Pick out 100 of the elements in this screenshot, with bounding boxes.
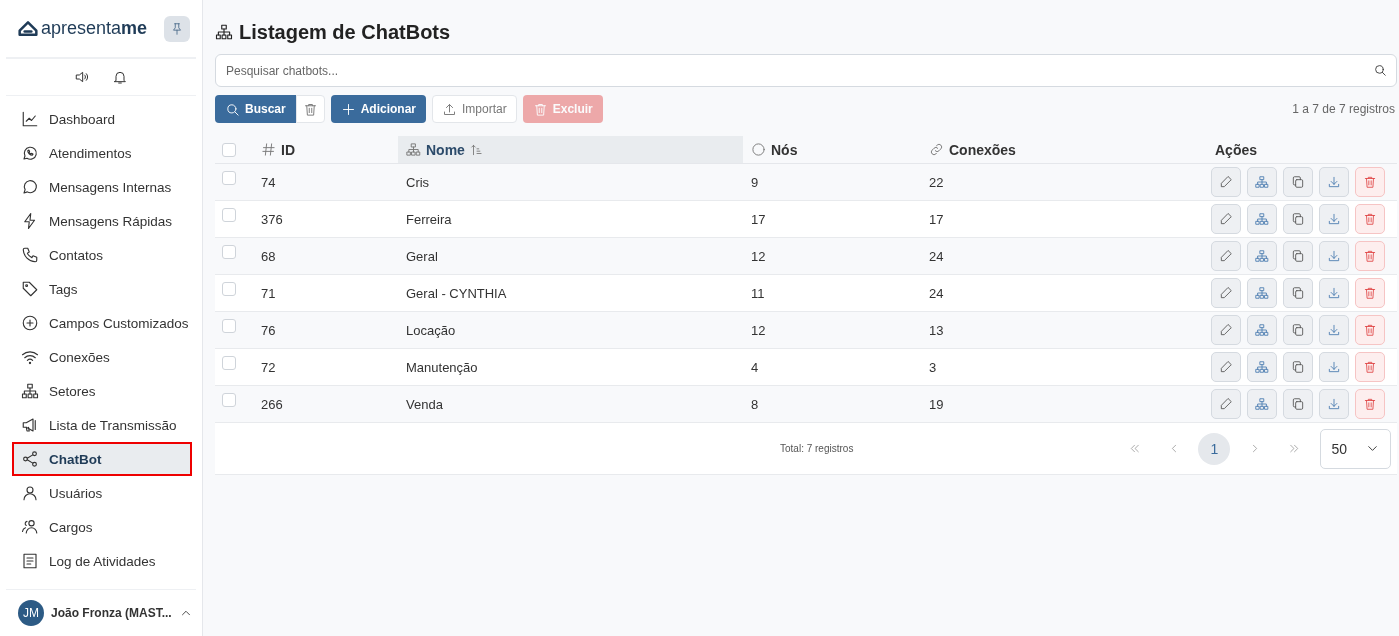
search-icon [225,101,240,117]
table-cell-text: Geral - CYNTHIA [405,285,508,301]
sidebar-item[interactable]: Lista de Transmissão [12,408,192,442]
download-icon [1327,175,1341,189]
sidebar-item[interactable]: Log de Atividades [12,544,192,578]
export-button[interactable] [1319,241,1349,271]
sidebar-item[interactable]: Usuários [12,476,192,510]
flow-button[interactable] [1247,278,1277,308]
delete-row-button[interactable] [1355,167,1385,197]
sidebar-item[interactable]: Setores [12,374,192,408]
hierarchy-icon [1255,323,1269,337]
row-checkbox[interactable] [222,393,236,407]
sidebar-item[interactable]: Campos Customizados [12,306,192,340]
trash-icon [1363,323,1377,337]
select-all-checkbox[interactable] [222,142,236,157]
edit-button[interactable] [1211,389,1241,419]
flow-button[interactable] [1247,167,1277,197]
delete-row-button[interactable] [1355,241,1385,271]
bell-icon [112,69,128,85]
copy-icon [1291,249,1305,263]
edit-button[interactable] [1211,278,1241,308]
column-header[interactable]: Conexões [921,136,1207,163]
hierarchy-icon [1255,175,1269,189]
delete-row-button[interactable] [1355,315,1385,345]
sidebar-item[interactable]: Atendimentos [12,136,192,170]
edit-button[interactable] [1211,352,1241,382]
notifications-button[interactable] [112,69,128,85]
users-icon [21,518,39,536]
export-button[interactable] [1319,315,1349,345]
delete-row-button[interactable] [1355,278,1385,308]
sidebar-item[interactable]: Mensagens Internas [12,170,192,204]
download-icon [1327,323,1341,337]
row-checkbox[interactable] [222,208,236,222]
sidebar-item[interactable]: Contatos [12,238,192,272]
total-records: Total: 7 registros [779,443,855,454]
export-button[interactable] [1319,278,1349,308]
edit-button[interactable] [1211,167,1241,197]
user-avatar: JM [18,600,44,626]
table-cell-text: 376 [260,211,284,227]
column-header[interactable]: Nós [743,136,921,163]
duplicate-button[interactable] [1283,204,1313,234]
search-button[interactable]: Buscar [215,95,296,123]
sidebar-item[interactable]: Mensagens Rápidas [12,204,192,238]
edit-button[interactable] [1211,315,1241,345]
page-button[interactable]: 1 [1198,432,1231,465]
duplicate-button[interactable] [1283,241,1313,271]
sound-button[interactable] [74,69,90,85]
table-cell-text: 12 [750,322,767,338]
hierarchy-icon [1255,286,1269,300]
delete-row-button[interactable] [1355,389,1385,419]
duplicate-button[interactable] [1283,389,1313,419]
export-button[interactable] [1319,167,1349,197]
sidebar-item[interactable]: Cargos [12,510,192,544]
table-cell-text: 12 [750,248,767,264]
duplicate-button[interactable] [1283,315,1313,345]
trash-icon [1363,286,1377,300]
row-checkbox[interactable] [222,282,236,296]
import-button[interactable]: Importar [432,95,517,123]
tag-icon [21,280,39,298]
row-checkbox[interactable] [222,356,236,370]
duplicate-button[interactable] [1283,352,1313,382]
flow-button[interactable] [1247,204,1277,234]
sidebar-item[interactable]: ChatBot [12,442,192,476]
sidebar-item[interactable]: Dashboard [12,102,192,136]
flow-button[interactable] [1247,352,1277,382]
page-size-select[interactable]: 50 [1320,428,1391,469]
pencil-icon [1219,360,1233,374]
edit-button[interactable] [1211,241,1241,271]
search-field[interactable]: Pesquisar chatbots... [215,54,1397,87]
table-cell-text: 22 [928,174,945,190]
column-header[interactable]: Ações [1207,136,1397,163]
hierarchy-icon [215,23,233,41]
table-cell-text: 24 [928,248,945,264]
record-count: 1 a 7 de 7 registros [1292,102,1395,116]
sidebar-item[interactable]: Conexões [12,340,192,374]
row-checkbox[interactable] [222,319,236,333]
add-button[interactable]: Adicionar [330,95,427,123]
sidebar-item[interactable]: Tags [12,272,192,306]
column-header[interactable]: Nome [398,136,743,163]
row-checkbox[interactable] [222,171,236,185]
phone-icon [21,246,39,264]
export-button[interactable] [1319,352,1349,382]
pin-button[interactable] [164,15,190,42]
link-icon [929,142,944,157]
table-cell-text: 76 [260,322,277,338]
duplicate-button[interactable] [1283,278,1313,308]
duplicate-button[interactable] [1283,167,1313,197]
delete-row-button[interactable] [1355,352,1385,382]
flow-button[interactable] [1247,315,1277,345]
row-checkbox[interactable] [222,245,236,259]
flow-button[interactable] [1247,389,1277,419]
column-header[interactable]: ID [253,136,398,163]
upload-icon [442,101,458,117]
delete-row-button[interactable] [1355,204,1385,234]
flow-button[interactable] [1247,241,1277,271]
edit-button[interactable] [1211,204,1241,234]
trash-icon [1363,360,1377,374]
export-button[interactable] [1319,389,1349,419]
export-button[interactable] [1319,204,1349,234]
clear-button[interactable] [295,95,325,123]
